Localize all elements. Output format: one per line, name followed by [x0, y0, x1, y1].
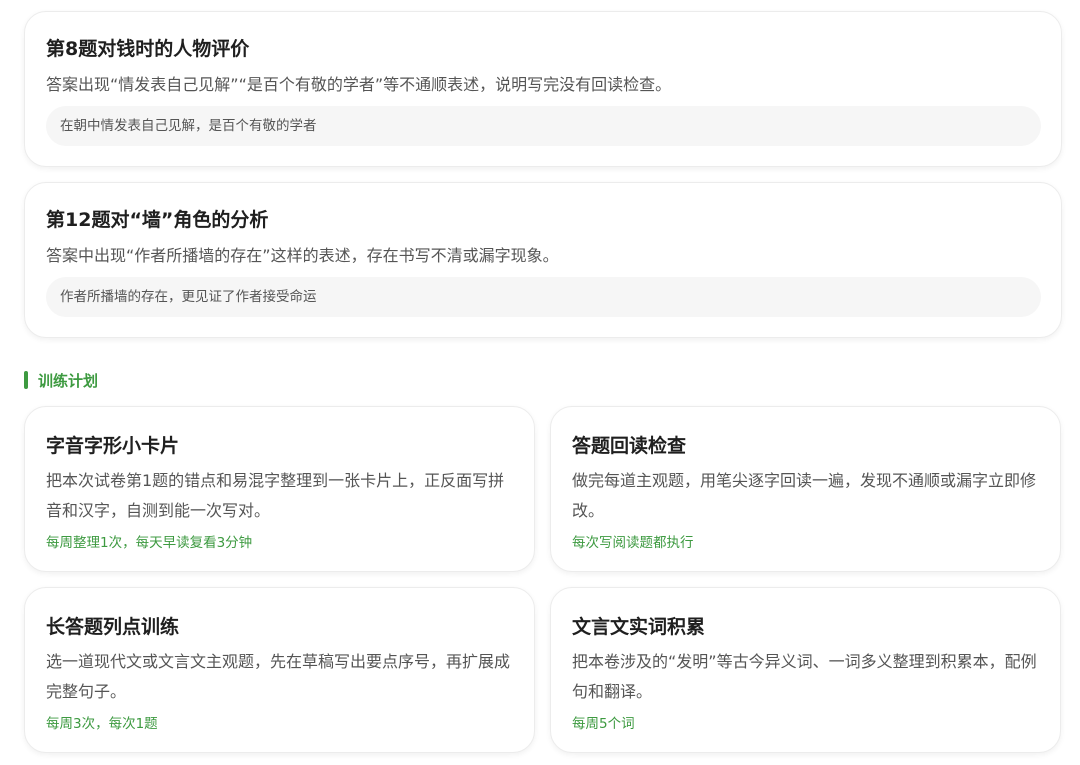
- issue-quote: 在朝中情发表自己见解，是百个有敬的学者: [46, 106, 1041, 146]
- issue-description: 答案中出现“作者所播墙的存在”这样的表述，存在书写不清或漏字现象。: [46, 246, 559, 265]
- issue-description: 答案出现“情发表自己见解”“是百个有敬的学者”等不通顺表述，说明写完没有回读检查…: [46, 75, 672, 94]
- plan-description: 把本卷涉及的“发明”等古今异义词、一词多义整理到积累本，配例句和翻译。: [572, 652, 1037, 701]
- issue-quote: 作者所播墙的存在，更见证了作者接受命运: [46, 277, 1041, 317]
- plan-description: 做完每道主观题，用笔尖逐字回读一遍，发现不通顺或漏字立即修改。: [572, 471, 1037, 520]
- plan-card: 长答题列点训练 选一道现代文或文言文主观题，先在草稿写出要点序号，再扩展成完整句…: [24, 587, 535, 753]
- plan-frequency: 每次写阅读题都执行: [572, 535, 694, 551]
- plan-frequency: 每周整理1次，每天早读复看3分钟: [46, 535, 253, 551]
- section-title: 训练计划: [38, 372, 99, 390]
- plan-card: 答题回读检查 做完每道主观题，用笔尖逐字回读一遍，发现不通顺或漏字立即修改。 每…: [550, 406, 1061, 572]
- plan-description: 把本次试卷第1题的错点和易混字整理到一张卡片上，正反面写拼音和汉字，自测到能一次…: [46, 471, 505, 520]
- plan-title: 答题回读检查: [572, 435, 687, 457]
- issue-card: 第12题对“墙”角色的分析 答案中出现“作者所播墙的存在”这样的表述，存在书写不…: [24, 182, 1062, 338]
- issue-title: 第12题对“墙”角色的分析: [46, 209, 269, 231]
- plan-description: 选一道现代文或文言文主观题，先在草稿写出要点序号，再扩展成完整句子。: [46, 652, 511, 701]
- plan-title: 字音字形小卡片: [46, 435, 180, 457]
- plan-card: 文言文实词积累 把本卷涉及的“发明”等古今异义词、一词多义整理到积累本，配例句和…: [550, 587, 1061, 753]
- plan-title: 长答题列点训练: [46, 616, 180, 638]
- plan-frequency: 每周5个词: [572, 716, 635, 732]
- section-accent-bar: [24, 371, 28, 389]
- plan-frequency: 每周3次，每次1题: [46, 716, 158, 732]
- plan-title: 文言文实词积累: [572, 616, 706, 638]
- issue-title: 第8题对钱时的人物评价: [46, 38, 250, 60]
- issue-card: 第8题对钱时的人物评价 答案出现“情发表自己见解”“是百个有敬的学者”等不通顺表…: [24, 11, 1062, 167]
- plan-card: 字音字形小卡片 把本次试卷第1题的错点和易混字整理到一张卡片上，正反面写拼音和汉…: [24, 406, 535, 572]
